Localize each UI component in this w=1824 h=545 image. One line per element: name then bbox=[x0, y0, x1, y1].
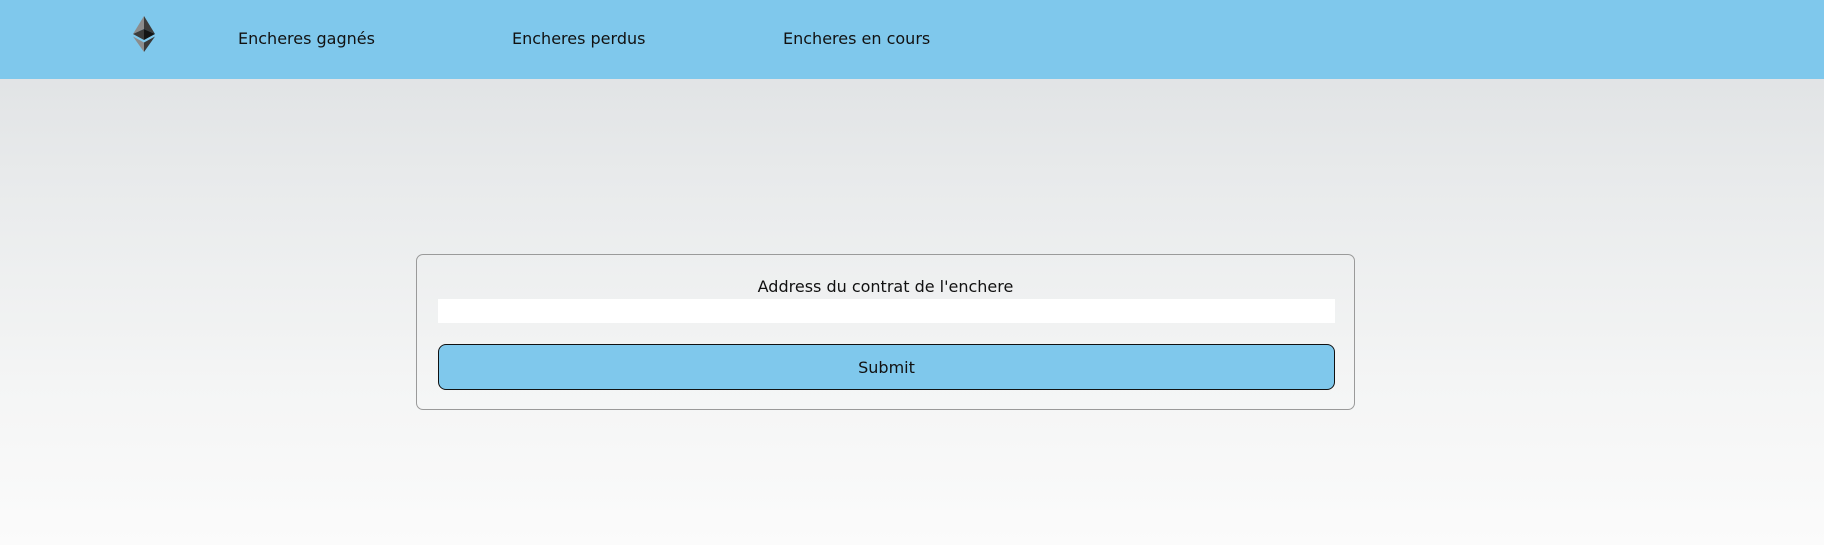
auction-address-form: Address du contrat de l'enchere Submit bbox=[416, 254, 1355, 410]
nav-link-encheres-gagnes[interactable]: Encheres gagnés bbox=[238, 28, 375, 50]
submit-button[interactable]: Submit bbox=[438, 344, 1335, 390]
nav-link-encheres-en-cours[interactable]: Encheres en cours bbox=[783, 28, 930, 50]
top-navbar: Encheres gagnés Encheres perdus Encheres… bbox=[0, 0, 1824, 79]
address-field-label: Address du contrat de l'enchere bbox=[757, 277, 1014, 296]
nav-link-encheres-perdus[interactable]: Encheres perdus bbox=[512, 28, 645, 50]
contract-address-input[interactable] bbox=[438, 299, 1335, 323]
ethereum-icon[interactable] bbox=[133, 16, 155, 52]
